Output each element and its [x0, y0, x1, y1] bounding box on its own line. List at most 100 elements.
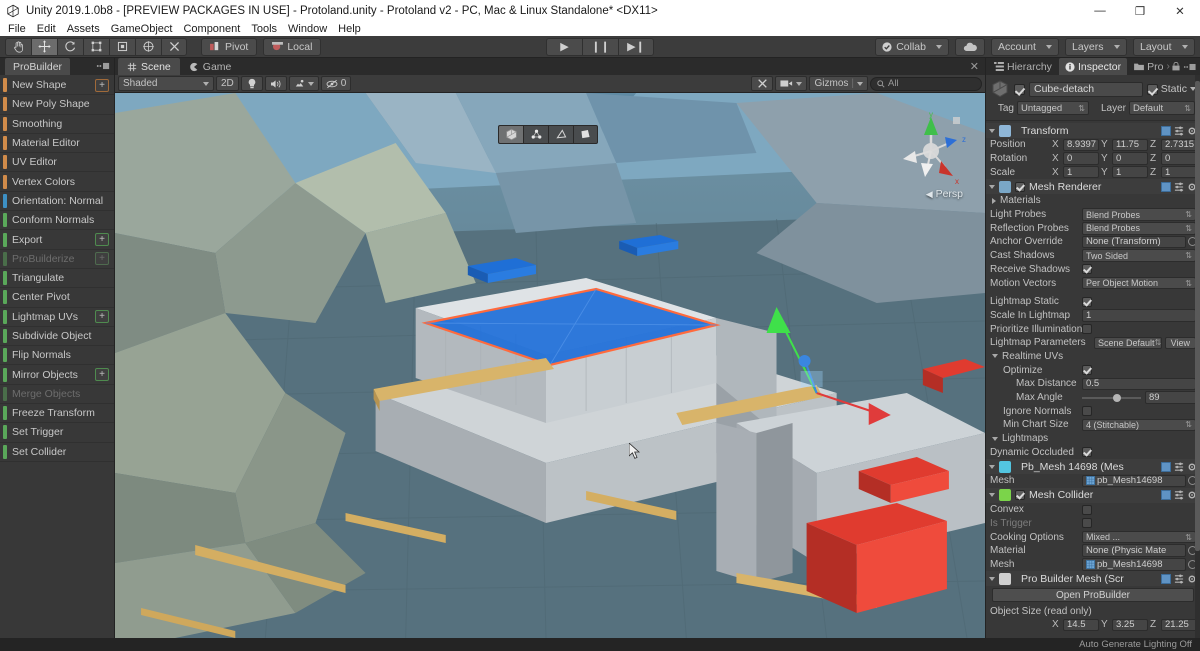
inspector-scroll-thumb[interactable]: [1195, 81, 1200, 551]
scene-tools-button[interactable]: [751, 76, 774, 91]
probuilder-action-center-pivot[interactable]: Center Pivot: [0, 288, 114, 308]
menu-gameobject[interactable]: GameObject: [111, 23, 173, 35]
settings-sliders-icon[interactable]: [1174, 490, 1184, 500]
menu-window[interactable]: Window: [288, 23, 327, 35]
text-field[interactable]: 0.5: [1082, 377, 1196, 391]
preset-icon[interactable]: [1161, 125, 1171, 136]
face-mode-button[interactable]: [573, 125, 598, 144]
menu-help[interactable]: Help: [338, 23, 361, 35]
preset-icon[interactable]: [1161, 573, 1171, 584]
probuilder-action-mirror-objects[interactable]: Mirror Objects +: [0, 365, 114, 385]
property-checkbox[interactable]: [1082, 518, 1092, 529]
y-field[interactable]: 3.25: [1112, 618, 1148, 632]
property-checkbox[interactable]: [1082, 264, 1092, 275]
scene-camera-button[interactable]: [775, 76, 808, 91]
pivot-toggle-button[interactable]: Pivot: [201, 37, 258, 56]
property-dropdown[interactable]: Two Sided ⇅: [1082, 249, 1196, 262]
z-field[interactable]: 21.25: [1161, 618, 1197, 632]
slider-track[interactable]: [1082, 393, 1141, 402]
probuilder-action-flip-normals[interactable]: Flip Normals: [0, 346, 114, 366]
transform-tool-button[interactable]: [135, 37, 161, 56]
scene-audio-button[interactable]: [264, 76, 287, 91]
tab-probuilder[interactable]: ProBuilder: [5, 58, 71, 75]
component-header-pb-mesh-14698-mes[interactable]: Pb_Mesh 14698 (Mes: [986, 459, 1200, 475]
object-field[interactable]: pb_Mesh14698: [1082, 558, 1186, 571]
probuilder-action-material-editor[interactable]: Material Editor: [0, 134, 114, 154]
custom-tool-button[interactable]: [161, 37, 187, 56]
menu-component[interactable]: Component: [183, 23, 240, 35]
probuilder-action-new-poly-shape[interactable]: New Poly Shape: [0, 95, 114, 115]
tab-inspector[interactable]: Inspector: [1058, 58, 1128, 75]
scene-axis-gizmo[interactable]: y z x: [895, 111, 967, 199]
y-field[interactable]: 0: [1112, 152, 1148, 165]
property-dropdown[interactable]: Per Object Motion ⇅: [1082, 276, 1196, 290]
inspector-scrollbar[interactable]: [1195, 75, 1200, 638]
property-dropdown[interactable]: Blend Probes ⇅: [1082, 208, 1196, 221]
property-dropdown[interactable]: 4 (Stitchable) ⇅: [1082, 418, 1196, 432]
property-checkbox[interactable]: [1082, 504, 1092, 515]
property-dropdown[interactable]: Blend Probes ⇅: [1082, 222, 1196, 235]
hand-tool-button[interactable]: [5, 37, 31, 56]
component-enabled-checkbox[interactable]: [1015, 490, 1025, 501]
probuilder-action-freeze-transform[interactable]: Freeze Transform: [0, 404, 114, 424]
tab-scene[interactable]: Scene: [118, 58, 180, 75]
scene-viewport[interactable]: y z x ◀ Persp: [115, 93, 985, 638]
component-header-pro-builder-mesh-scr[interactable]: Pro Builder Mesh (Scr: [986, 571, 1200, 587]
settings-sliders-icon[interactable]: [1174, 574, 1184, 584]
component-foldout-icon[interactable]: [989, 184, 995, 189]
foldout-arrow-icon[interactable]: [992, 436, 998, 441]
panel-menu-icon[interactable]: [1183, 63, 1196, 71]
probuilder-action-triangulate[interactable]: Triangulate: [0, 269, 114, 289]
component-enabled-checkbox[interactable]: [1015, 181, 1025, 192]
probuilder-action-smoothing[interactable]: Smoothing: [0, 115, 114, 134]
component-header-transform[interactable]: Transform: [986, 123, 1200, 138]
account-button[interactable]: Account: [991, 37, 1059, 56]
x-field[interactable]: 1: [1063, 165, 1099, 179]
component-foldout-icon[interactable]: [989, 128, 995, 133]
probuilder-action-probuilderize[interactable]: ProBuilderize +: [0, 250, 114, 269]
component-header-mesh-collider[interactable]: Mesh Collider: [986, 487, 1200, 503]
property-checkbox[interactable]: [1082, 406, 1092, 417]
action-options-button[interactable]: +: [95, 78, 109, 92]
property-checkbox[interactable]: [1082, 447, 1092, 458]
y-field[interactable]: 1: [1112, 165, 1148, 179]
x-field[interactable]: 0: [1063, 152, 1099, 165]
settings-sliders-icon[interactable]: [1174, 462, 1184, 472]
probuilder-action-lightmap-uvs[interactable]: Lightmap UVs +: [0, 308, 114, 327]
slider-control[interactable]: 89: [1082, 391, 1200, 404]
foldout-arrow-icon[interactable]: [992, 197, 996, 204]
object-field[interactable]: None (Physic Mate: [1082, 544, 1186, 557]
minimize-icon[interactable]: —: [1080, 0, 1120, 22]
layout-button[interactable]: Layout: [1133, 37, 1195, 56]
probuilder-action-set-collider[interactable]: Set Collider: [0, 443, 114, 462]
edge-mode-button[interactable]: [548, 125, 573, 144]
preset-icon[interactable]: [1161, 181, 1171, 192]
scene-search-input[interactable]: All: [870, 76, 982, 91]
scale-tool-button[interactable]: [83, 37, 109, 56]
probuilder-action-conform-normals[interactable]: Conform Normals: [0, 211, 114, 231]
lock-icon[interactable]: [1172, 62, 1180, 71]
scene-fx-button[interactable]: [288, 76, 319, 91]
rect-tool-button[interactable]: [109, 37, 135, 56]
action-options-button[interactable]: +: [95, 252, 109, 266]
tab-hierarchy[interactable]: Hierarchy: [988, 58, 1058, 75]
z-field[interactable]: 1: [1161, 165, 1197, 179]
foldout-arrow-icon[interactable]: [992, 354, 998, 359]
y-field[interactable]: 11.75: [1112, 138, 1148, 152]
x-field[interactable]: 8.9397: [1063, 138, 1099, 152]
panel-menu-icon[interactable]: [96, 62, 110, 70]
z-field[interactable]: 0: [1161, 152, 1197, 165]
scene-lighting-button[interactable]: [240, 76, 263, 91]
probuilder-action-merge-objects[interactable]: Merge Objects: [0, 385, 114, 405]
toggle-2d-button[interactable]: 2D: [216, 76, 239, 91]
settings-sliders-icon[interactable]: [1174, 126, 1184, 136]
probuilder-action-set-trigger[interactable]: Set Trigger: [0, 423, 114, 443]
scene-tab-close-icon[interactable]: ✕: [970, 60, 979, 73]
probuilder-action-export[interactable]: Export +: [0, 230, 114, 250]
tag-dropdown[interactable]: Untagged ⇅: [1017, 101, 1089, 115]
slider-value-field[interactable]: 89: [1145, 391, 1197, 404]
static-toggle[interactable]: Static: [1146, 83, 1196, 95]
menu-file[interactable]: File: [8, 23, 26, 35]
collab-button[interactable]: Collab: [875, 37, 949, 56]
projection-mode-label[interactable]: ◀ Persp: [926, 188, 963, 200]
